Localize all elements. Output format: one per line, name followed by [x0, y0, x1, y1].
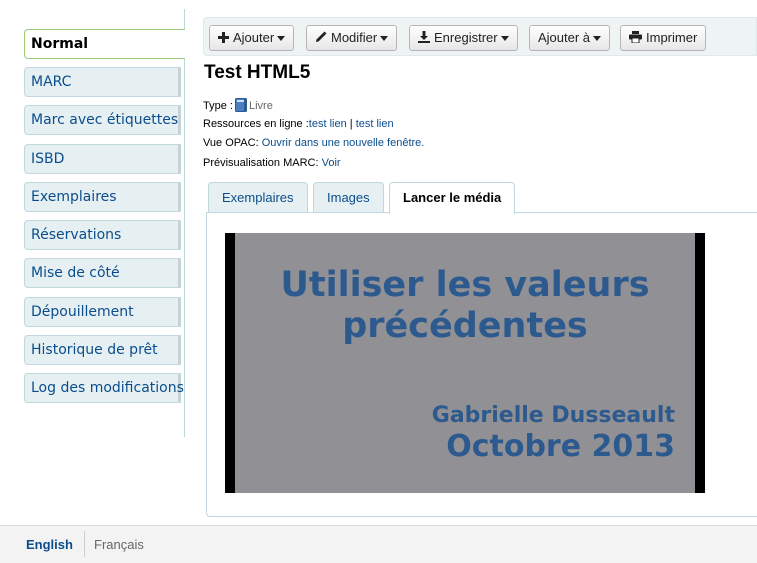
record-type-line: Type : Livre — [203, 98, 273, 115]
printer-icon — [629, 27, 642, 51]
online-resources-line: Ressources en ligne :test lien | test li… — [203, 118, 394, 130]
media-video-frame[interactable]: Utiliser les valeurs précédentes Gabriel… — [235, 233, 695, 493]
sidebar-item-hold-shelf[interactable]: Mise de côté — [24, 258, 181, 288]
slide-title-line-1: Utiliser les valeurs — [280, 265, 650, 305]
plus-icon — [218, 27, 229, 51]
add-to-button[interactable]: Ajouter à — [529, 25, 611, 51]
sidebar-item-checkout-history[interactable]: Historique de prêt — [24, 335, 181, 365]
media-player[interactable]: Utiliser les valeurs précédentes Gabriel… — [225, 233, 705, 493]
sidebar-item-holds[interactable]: Réservations — [24, 220, 181, 250]
online-resource-link-1[interactable]: test lien — [309, 118, 347, 130]
save-button[interactable]: Enregistrer — [409, 25, 518, 51]
slide-title-line-2: précédentes — [342, 306, 588, 346]
record-type-value: Livre — [248, 100, 273, 112]
sidebar-item-modification-log[interactable]: Log des modifications — [24, 373, 184, 403]
language-divider — [84, 531, 85, 557]
opac-view-line: Vue OPAC: Ouvrir dans une nouvelle fenêt… — [203, 137, 424, 149]
sidebar: Normal MARC Marc avec étiquettes ISBD Ex… — [24, 9, 185, 437]
page: Normal MARC Marc avec étiquettes ISBD Ex… — [0, 0, 757, 563]
marc-preview-link[interactable]: Voir — [322, 157, 341, 169]
add-to-button-label: Ajouter à — [538, 30, 591, 45]
language-french[interactable]: Français — [94, 537, 144, 552]
marc-preview-line: Prévisualisation MARC: Voir — [203, 157, 341, 169]
sidebar-item-analytics[interactable]: Dépouillement — [24, 297, 181, 327]
pencil-icon — [315, 27, 327, 51]
sidebar-item-marc[interactable]: MARC — [24, 67, 181, 97]
online-resources-label: Ressources en ligne : — [203, 118, 309, 130]
sidebar-item-normal[interactable]: Normal — [24, 29, 185, 59]
sidebar-item-isbd[interactable]: ISBD — [24, 144, 181, 174]
download-icon — [418, 27, 430, 51]
caret-down-icon — [593, 36, 602, 42]
sidebar-item-items[interactable]: Exemplaires — [24, 182, 181, 212]
record-title: Test HTML5 — [204, 62, 311, 83]
save-button-label: Enregistrer — [434, 30, 498, 45]
toolbar: Ajouter Modifier Enregistrer Ajouter à I… — [203, 17, 757, 56]
print-button[interactable]: Imprimer — [620, 25, 707, 51]
edit-button[interactable]: Modifier — [306, 25, 398, 51]
add-button[interactable]: Ajouter — [209, 25, 295, 51]
caret-down-icon — [380, 36, 389, 42]
record-type-label: Type : — [203, 100, 233, 112]
caret-down-icon — [277, 36, 286, 42]
add-button-label: Ajouter — [233, 30, 275, 45]
language-english[interactable]: English — [26, 537, 73, 552]
edit-button-label: Modifier — [331, 30, 378, 45]
slide-author: Gabrielle Dusseault — [431, 403, 675, 428]
opac-view-link[interactable]: Ouvrir dans une nouvelle fenêtre. — [262, 137, 425, 149]
book-icon — [234, 98, 247, 115]
tab-play-media[interactable]: Lancer le média — [389, 182, 516, 214]
footer: English Français — [0, 525, 757, 563]
sidebar-item-marc-labels[interactable]: Marc avec étiquettes — [24, 105, 181, 135]
caret-down-icon — [500, 36, 509, 42]
slide-title: Utiliser les valeurs précédentes — [235, 265, 695, 347]
print-button-label: Imprimer — [646, 30, 698, 45]
opac-view-label: Vue OPAC: — [203, 137, 259, 149]
tab-items[interactable]: Exemplaires — [208, 182, 308, 213]
marc-preview-label: Prévisualisation MARC: — [203, 157, 319, 169]
online-resource-link-2[interactable]: test lien — [356, 118, 394, 130]
link-separator: | — [346, 118, 356, 130]
tab-images[interactable]: Images — [313, 182, 384, 213]
slide-date: Octobre 2013 — [446, 429, 675, 464]
